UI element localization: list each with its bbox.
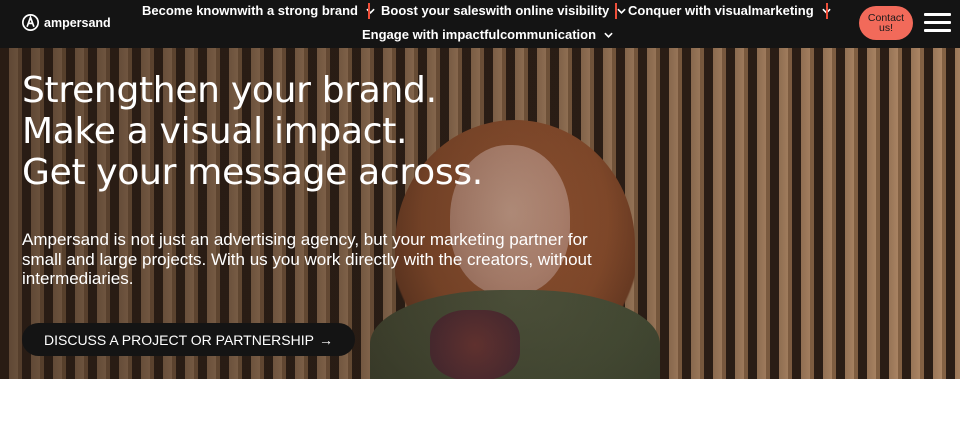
headline-line-3: Get your message across. bbox=[22, 152, 483, 193]
chevron-down-icon bbox=[617, 8, 626, 14]
nav-item-marketing[interactable]: Conquer with visualmarketing bbox=[628, 3, 831, 18]
nav-item-brand[interactable]: Become knownwith a strong brand bbox=[142, 3, 375, 18]
site-header: ampersand Become knownwith a strong bran… bbox=[0, 0, 960, 48]
nav-item-sales[interactable]: Boost your saleswith online visibility bbox=[381, 3, 626, 18]
nav-separator bbox=[368, 3, 370, 19]
hero-description: Ampersand is not just an advertising age… bbox=[22, 230, 592, 288]
chevron-down-icon bbox=[604, 32, 613, 38]
nav-item-label: Engage with impactfulcommunication bbox=[362, 27, 597, 42]
nav-separator bbox=[826, 3, 828, 19]
logo[interactable]: ampersand bbox=[22, 14, 111, 31]
hamburger-menu-icon[interactable] bbox=[924, 13, 951, 33]
arrow-right-icon: → bbox=[318, 331, 333, 348]
hero-headline: Strengthen your brand. Make a visual imp… bbox=[22, 70, 483, 193]
logo-text: ampersand bbox=[44, 15, 111, 30]
hero-section: Strengthen your brand. Make a visual imp… bbox=[0, 0, 960, 379]
nav-item-label: Conquer with visualmarketing bbox=[628, 3, 814, 18]
cta-label: DISCUSS A PROJECT OR PARTNERSHIP bbox=[44, 331, 314, 348]
discuss-project-button[interactable]: DISCUSS A PROJECT OR PARTNERSHIP → bbox=[22, 323, 355, 356]
nav-separator bbox=[615, 3, 617, 19]
nav-item-label: Become knownwith a strong brand bbox=[142, 3, 358, 18]
ampersand-logo-icon bbox=[22, 14, 39, 31]
contact-label-line-2: us! bbox=[878, 22, 893, 34]
headline-line-2: Make a visual impact. bbox=[22, 111, 408, 152]
nav-item-label: Boost your saleswith online visibility bbox=[381, 3, 610, 18]
nav-item-communication[interactable]: Engage with impactfulcommunication bbox=[362, 27, 613, 42]
headline-line-1: Strengthen your brand. bbox=[22, 70, 437, 111]
contact-us-button[interactable]: Contact us! bbox=[859, 6, 913, 40]
